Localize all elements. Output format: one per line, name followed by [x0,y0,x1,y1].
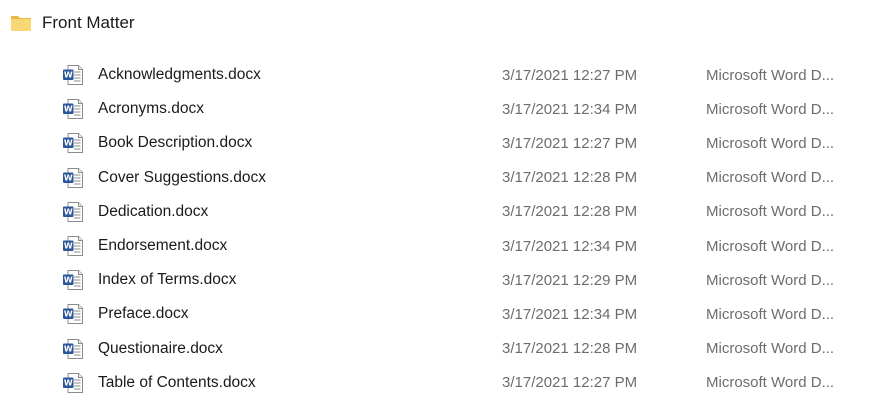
file-row[interactable]: W Acronyms.docx 3/17/2021 12:34 PM Micro… [58,92,868,126]
file-date-modified: 3/17/2021 12:27 PM [502,134,638,152]
folder-header[interactable]: Front Matter [10,8,135,38]
file-type: Microsoft Word D... [706,100,835,118]
folder-title: Front Matter [42,13,135,32]
file-date-modified: 3/17/2021 12:34 PM [502,305,638,323]
word-document-icon: W [63,167,83,188]
file-row[interactable]: W Dedication.docx 3/17/2021 12:28 PM Mic… [58,195,868,229]
word-document-icon: W [63,65,83,86]
file-type: Microsoft Word D... [706,66,835,84]
file-date-modified: 3/17/2021 12:28 PM [502,169,638,187]
svg-text:W: W [64,242,73,251]
svg-text:W: W [64,71,73,80]
file-row[interactable]: W Cover Suggestions.docx 3/17/2021 12:28… [58,161,868,195]
file-type: Microsoft Word D... [706,169,835,187]
file-date-modified: 3/17/2021 12:27 PM [502,66,638,84]
file-row[interactable]: W Endorsement.docx 3/17/2021 12:34 PM Mi… [58,229,868,263]
svg-text:W: W [64,276,73,285]
word-document-icon: W [63,201,83,222]
file-name: Cover Suggestions.docx [98,168,267,186]
word-document-icon: W [63,372,83,393]
file-name: Table of Contents.docx [98,373,256,391]
svg-text:W: W [64,207,73,216]
file-row[interactable]: W Acknowledgments.docx 3/17/2021 12:27 P… [58,58,868,92]
word-document-icon: W [63,99,83,120]
word-document-icon: W [63,133,83,154]
file-type: Microsoft Word D... [706,374,835,392]
file-date-modified: 3/17/2021 12:27 PM [502,374,638,392]
file-name: Index of Terms.docx [98,271,237,289]
svg-text:W: W [64,105,73,114]
file-type: Microsoft Word D... [706,237,835,255]
svg-text:W: W [64,344,73,353]
word-document-icon: W [63,304,83,325]
file-name: Book Description.docx [98,134,253,152]
file-name: Preface.docx [98,305,189,323]
file-list: W Acknowledgments.docx 3/17/2021 12:27 P… [58,58,868,400]
file-type: Microsoft Word D... [706,134,835,152]
word-document-icon: W [63,236,83,257]
file-date-modified: 3/17/2021 12:28 PM [502,203,638,221]
file-date-modified: 3/17/2021 12:29 PM [502,271,638,289]
folder-icon [11,16,31,31]
file-name: Dedication.docx [98,202,209,220]
file-name: Endorsement.docx [98,237,228,255]
file-name: Acknowledgments.docx [98,66,261,84]
file-row[interactable]: W Table of Contents.docx 3/17/2021 12:27… [58,366,868,400]
svg-text:W: W [64,139,73,148]
file-date-modified: 3/17/2021 12:34 PM [502,237,638,255]
file-row[interactable]: W Index of Terms.docx 3/17/2021 12:29 PM… [58,263,868,297]
file-type: Microsoft Word D... [706,340,835,358]
file-name: Acronyms.docx [98,100,204,118]
file-row[interactable]: W Preface.docx 3/17/2021 12:34 PM Micros… [58,297,868,331]
file-date-modified: 3/17/2021 12:34 PM [502,100,638,118]
file-name: Questionaire.docx [98,339,223,357]
file-type: Microsoft Word D... [706,271,835,289]
svg-text:W: W [64,378,73,387]
file-row[interactable]: W Questionaire.docx 3/17/2021 12:28 PM M… [58,332,868,366]
svg-text:W: W [64,310,73,319]
file-row[interactable]: W Book Description.docx 3/17/2021 12:27 … [58,126,868,160]
word-document-icon: W [63,338,83,359]
svg-text:W: W [64,173,73,182]
word-document-icon: W [63,270,83,291]
file-type: Microsoft Word D... [706,305,835,323]
file-type: Microsoft Word D... [706,203,835,221]
file-date-modified: 3/17/2021 12:28 PM [502,340,638,358]
